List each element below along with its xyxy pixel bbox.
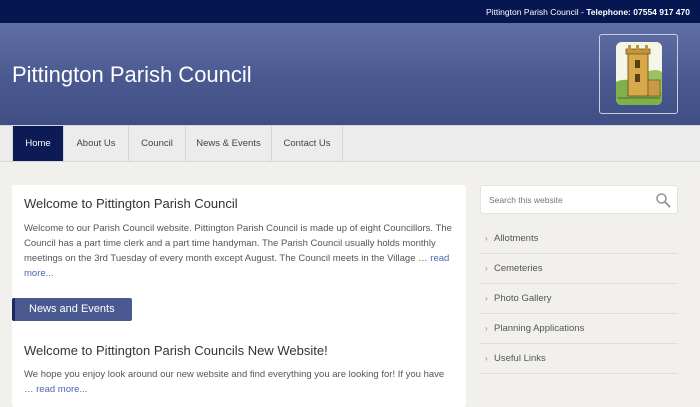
sidebar-item-allotments[interactable]: › Allotments bbox=[480, 224, 678, 254]
main-content: Welcome to Pittington Parish Council Wel… bbox=[12, 185, 466, 407]
top-phone[interactable]: 07554 917 470 bbox=[631, 7, 690, 17]
sidebar-item-label: Useful Links bbox=[494, 353, 546, 364]
nav-contact-us[interactable]: Contact Us bbox=[272, 126, 343, 161]
top-phone-label: Telephone: bbox=[586, 7, 631, 17]
sidebar-links: › Allotments › Cemeteries › Photo Gallery ›… bbox=[480, 224, 678, 374]
main-nav: Home About Us Council News & Events Cont… bbox=[0, 125, 700, 162]
post-excerpt-welcome: Welcome to our Parish Council website. P… bbox=[24, 221, 456, 281]
nav-home[interactable]: Home bbox=[12, 126, 64, 161]
sidebar-item-label: Planning Applications bbox=[494, 323, 585, 334]
sidebar-item-label: Photo Gallery bbox=[494, 293, 552, 304]
post-body-welcome: Welcome to our Parish Council website. P… bbox=[24, 223, 452, 264]
bullet-chevron-icon: › bbox=[485, 324, 488, 333]
nav-council[interactable]: Council bbox=[129, 126, 186, 161]
search-input[interactable] bbox=[489, 193, 649, 207]
bullet-chevron-icon: › bbox=[485, 234, 488, 243]
sidebar-item-useful-links[interactable]: › Useful Links bbox=[480, 344, 678, 374]
bullet-chevron-icon: › bbox=[485, 354, 488, 363]
post-excerpt-new-website: We hope you enjoy look around our new we… bbox=[24, 367, 456, 397]
sidebar-item-label: Allotments bbox=[494, 233, 539, 244]
post-title-new-website[interactable]: Welcome to Pittington Parish Councils Ne… bbox=[24, 343, 328, 358]
site-header: Pittington Parish Council bbox=[0, 23, 700, 125]
news-events-heading: News and Events bbox=[12, 298, 132, 321]
site-title[interactable]: Pittington Parish Council bbox=[12, 62, 252, 88]
nav-about-us[interactable]: About Us bbox=[64, 126, 129, 161]
nav-news-events[interactable]: News & Events bbox=[186, 126, 272, 161]
church-logo bbox=[616, 42, 662, 105]
read-more-link[interactable]: read more... bbox=[36, 384, 87, 395]
sidebar-item-photo-gallery[interactable]: › Photo Gallery bbox=[480, 284, 678, 314]
logo-frame[interactable] bbox=[599, 34, 678, 114]
top-contact: Pittington Parish Council - Telephone: 0… bbox=[486, 7, 690, 17]
post-title-welcome[interactable]: Welcome to Pittington Parish Council bbox=[24, 196, 238, 211]
search-icon[interactable] bbox=[655, 192, 671, 208]
top-org: Pittington Parish Council - bbox=[486, 7, 587, 17]
search-box bbox=[480, 185, 678, 214]
sidebar-item-planning-applications[interactable]: › Planning Applications bbox=[480, 314, 678, 344]
top-bar: Pittington Parish Council - Telephone: 0… bbox=[0, 0, 700, 23]
sidebar-item-cemeteries[interactable]: › Cemeteries bbox=[480, 254, 678, 284]
bullet-chevron-icon: › bbox=[485, 294, 488, 303]
bullet-chevron-icon: › bbox=[485, 264, 488, 273]
sidebar-item-label: Cemeteries bbox=[494, 263, 543, 274]
